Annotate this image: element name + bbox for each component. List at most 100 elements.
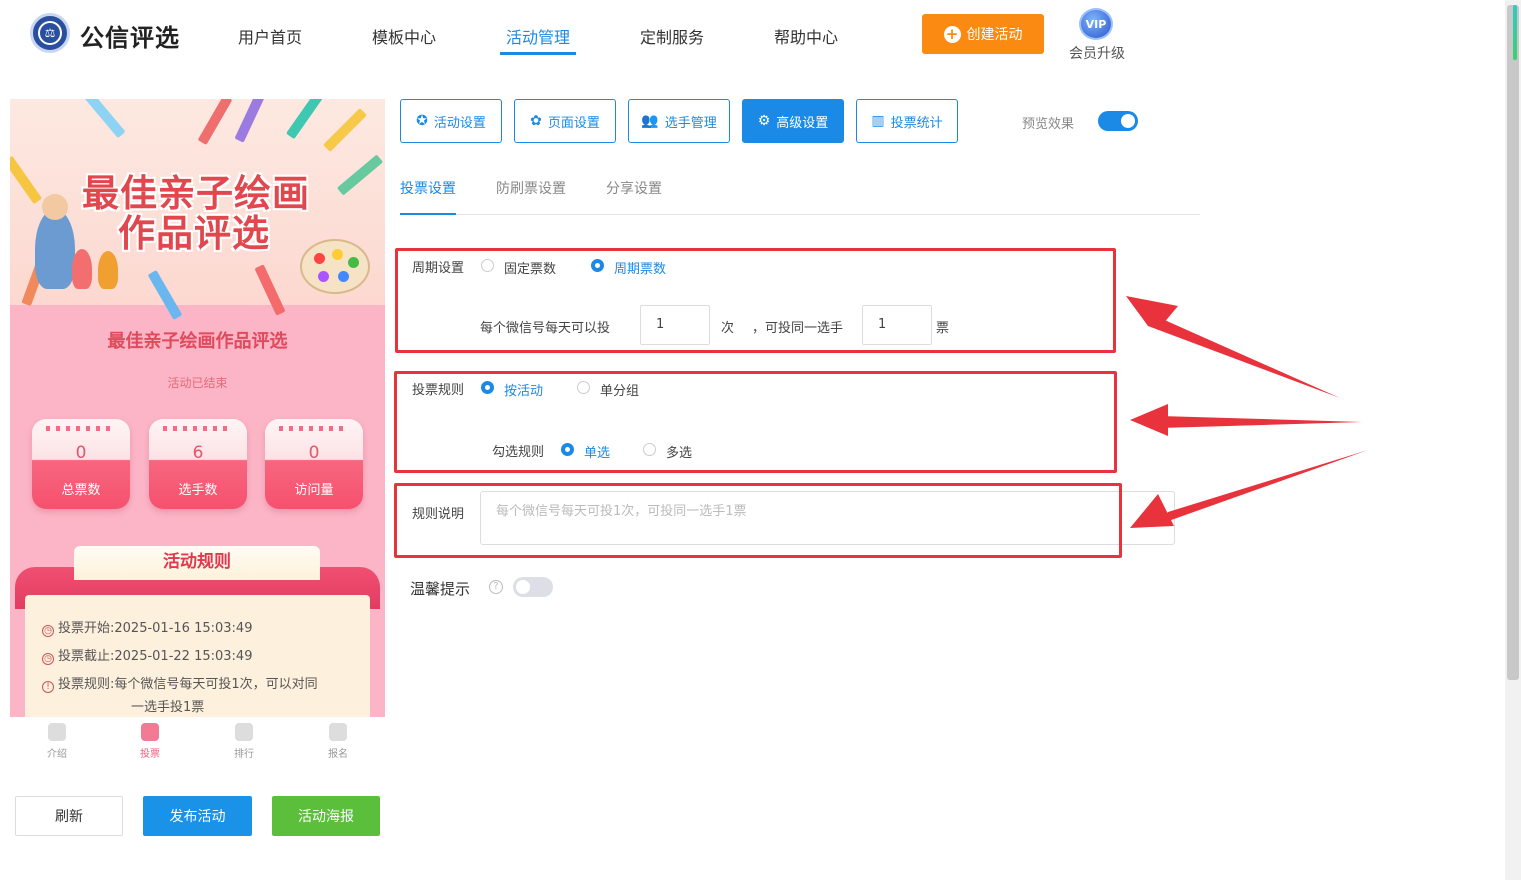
subtab-share-settings[interactable]: 分享设置 <box>606 178 662 198</box>
users-icon: 👥 <box>641 113 659 129</box>
publish-activity-button[interactable]: 发布活动 <box>143 796 252 836</box>
plus-icon: + <box>943 25 961 43</box>
stat-card-contestants: 6 选手数 <box>149 419 247 509</box>
info-icon: ! <box>42 681 54 693</box>
stat-card-total-votes: 0 总票数 <box>32 419 130 509</box>
arrow-to-rule <box>1160 416 1362 428</box>
refresh-button[interactable]: 刷新 <box>15 796 123 836</box>
sliders-icon: ⚙ <box>757 113 771 129</box>
cycle-text-middle: ，可投同一选手 <box>752 321 844 336</box>
times-unit: 次 <box>721 321 735 336</box>
create-activity-label: 创建活动 <box>966 27 1023 43</box>
stat-label: 选手数 <box>178 483 218 498</box>
activity-settings-button[interactable]: ✪ 活动设置 <box>400 99 502 143</box>
arrow-to-rule-head <box>1130 404 1168 436</box>
vip-icon[interactable]: VIP <box>1079 8 1113 40</box>
radio-single-group[interactable] <box>577 381 590 394</box>
stat-value: 0 <box>308 443 320 463</box>
nav-home[interactable]: 用户首页 <box>238 24 302 48</box>
rule-vote-cont: 一选手投1票 <box>131 700 205 715</box>
stat-card-visits: 0 访问量 <box>265 419 363 509</box>
person-icon <box>48 723 66 741</box>
vote-statistics-button[interactable]: ▥ 投票统计 <box>856 99 958 143</box>
bar-chart-icon: ▥ <box>871 113 885 129</box>
contestant-management-button[interactable]: 👥 选手管理 <box>628 99 730 143</box>
subtab-anti-fraud[interactable]: 防刷票设置 <box>496 178 566 198</box>
stat-value: 0 <box>75 443 87 463</box>
advanced-settings-button[interactable]: ⚙ 高级设置 <box>742 99 844 143</box>
rules-tab-title: 活动规则 <box>74 546 320 580</box>
heart-icon <box>235 723 253 741</box>
vote-rule-label: 投票规则 <box>412 383 465 398</box>
cycle-settings-label: 周期设置 <box>412 261 465 276</box>
star-icon: ✪ <box>416 113 428 129</box>
top-header: ⚖ 公信评选 用户首页 模板中心 活动管理 定制服务 帮助中心 + 创建活动 V… <box>0 0 1505 70</box>
gear-icon: ✿ <box>530 113 542 129</box>
warm-tip-toggle[interactable] <box>513 577 553 597</box>
tag-icon <box>329 723 347 741</box>
radio-single-select-label[interactable]: 单选 <box>584 442 610 461</box>
scrollbar-accent <box>1513 5 1517 60</box>
tab-vote[interactable]: 投票 <box>125 723 175 760</box>
subtab-vote-settings[interactable]: 投票设置 <box>400 178 456 198</box>
tab-intro[interactable]: 介绍 <box>32 723 82 760</box>
votes-unit: 票 <box>936 321 950 336</box>
create-activity-button[interactable]: + 创建活动 <box>922 14 1044 54</box>
logo-icon[interactable]: ⚖ <box>30 13 70 53</box>
radio-multi-select[interactable] <box>643 443 656 456</box>
times-per-day-input[interactable]: 1 <box>640 305 710 345</box>
scrollbar-thumb[interactable] <box>1507 5 1519 680</box>
stat-label: 总票数 <box>61 483 101 498</box>
tab-ranking[interactable]: 排行 <box>219 723 269 760</box>
brand-name: 公信评选 <box>80 24 180 52</box>
radio-single-select[interactable] <box>561 443 574 456</box>
activity-banner: 最佳亲子绘画 作品评选 <box>10 99 385 321</box>
nav-active-indicator <box>500 52 576 55</box>
clock-icon: ◷ <box>42 653 54 665</box>
cycle-text-before: 每个微信号每天可以投 <box>480 321 611 336</box>
stat-value: 6 <box>192 443 204 463</box>
preview-effect-toggle[interactable] <box>1098 111 1138 131</box>
arrow-to-desc <box>1160 450 1368 524</box>
radio-by-activity[interactable] <box>481 381 494 394</box>
tab-signup[interactable]: 报名 <box>313 723 363 760</box>
check-rule-label: 勾选规则 <box>492 445 545 460</box>
warm-tip-label: 温馨提示 <box>410 580 471 598</box>
activity-poster-button[interactable]: 活动海报 <box>272 796 380 836</box>
rule-vote-value: 每个微信号每天可投1次，可以对同 <box>114 677 318 692</box>
annotation-arrows <box>1126 296 1368 528</box>
vip-upgrade-link[interactable]: 会员升级 <box>1069 43 1125 63</box>
rule-vote: ! 投票规则:每个微信号每天可投1次，可以对同 <box>42 673 318 693</box>
palette-icon <box>300 239 370 294</box>
highlight-box-rule-desc <box>394 483 1122 558</box>
nav-custom-service[interactable]: 定制服务 <box>640 24 704 48</box>
mobile-preview: 最佳亲子绘画 作品评选 最佳亲子绘画作品评选 活动已结束 0 总票数 6 选手数… <box>10 99 385 717</box>
radio-fixed-votes-label[interactable]: 固定票数 <box>504 258 556 277</box>
rule-start-value: 2025-01-16 15:03:49 <box>114 621 253 636</box>
radio-by-activity-label[interactable]: 按活动 <box>504 380 543 399</box>
subtab-active-indicator <box>400 213 456 215</box>
clock-icon: ◷ <box>42 625 54 637</box>
radio-cycle-votes-label[interactable]: 周期票数 <box>614 258 666 277</box>
stat-label: 访问量 <box>294 483 334 498</box>
arrow-to-desc-head <box>1130 494 1174 528</box>
radio-fixed-votes[interactable] <box>481 259 494 272</box>
nav-templates[interactable]: 模板中心 <box>372 24 436 48</box>
preview-bottom-tabbar: 介绍 投票 排行 报名 <box>10 717 385 767</box>
ballot-icon <box>141 723 159 741</box>
activity-status: 活动已结束 <box>167 376 228 390</box>
subtab-divider <box>400 214 1200 215</box>
rule-end: ◷ 投票截止:2025-01-22 15:03:49 <box>42 645 252 665</box>
votes-per-contestant-input[interactable]: 1 <box>862 305 932 345</box>
nav-activity-management[interactable]: 活动管理 <box>506 24 570 48</box>
radio-multi-select-label[interactable]: 多选 <box>666 442 692 461</box>
rule-end-value: 2025-01-22 15:03:49 <box>114 649 253 664</box>
activity-title: 最佳亲子绘画作品评选 <box>107 331 288 352</box>
preview-effect-label: 预览效果 <box>1022 117 1075 132</box>
radio-single-group-label[interactable]: 单分组 <box>600 380 639 399</box>
nav-help-center[interactable]: 帮助中心 <box>774 24 838 48</box>
rule-start: ◷ 投票开始:2025-01-16 15:03:49 <box>42 617 252 637</box>
page-settings-button[interactable]: ✿ 页面设置 <box>514 99 616 143</box>
question-icon[interactable]: ? <box>489 580 503 594</box>
radio-cycle-votes[interactable] <box>591 259 604 272</box>
